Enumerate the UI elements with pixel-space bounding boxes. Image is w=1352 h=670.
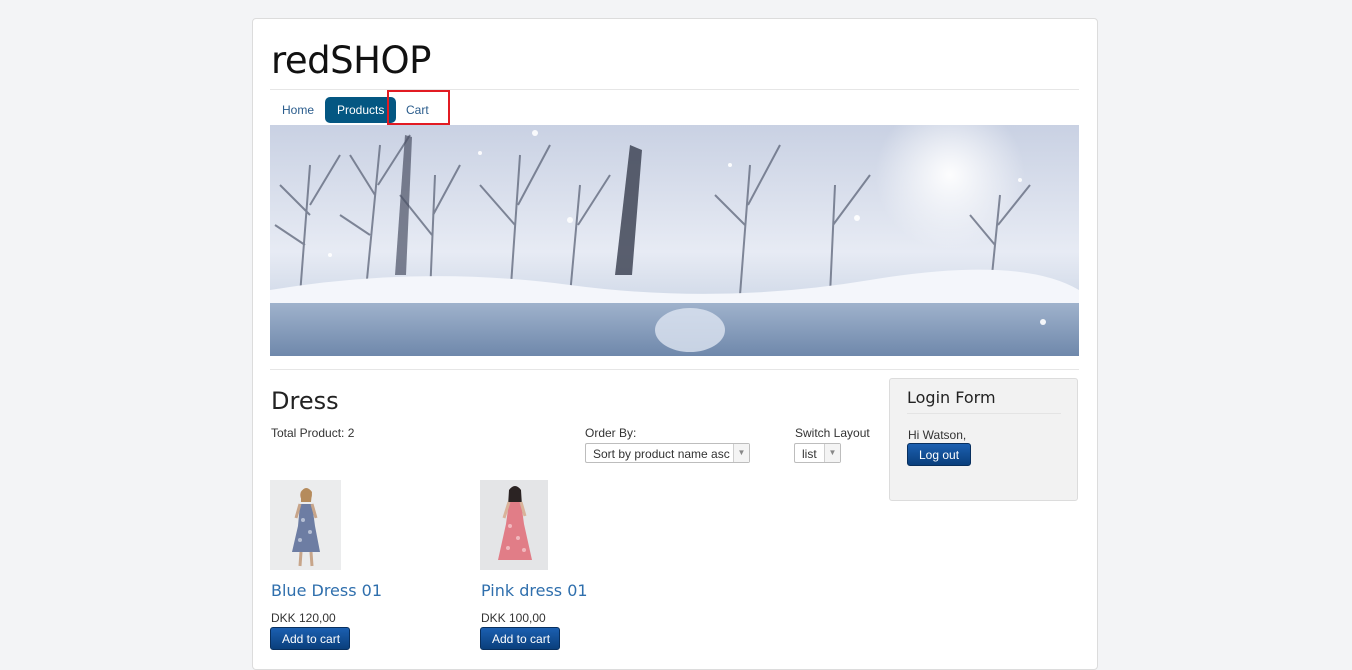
order-by-value: Sort by product name asc [593,447,730,461]
login-form-panel: Login Form Hi Watson, Log out [889,378,1078,501]
product-image-pink-dress[interactable] [480,480,548,570]
order-by-label: Order By: [585,426,637,440]
switch-layout-value: list [802,447,817,461]
add-to-cart-button[interactable]: Add to cart [270,627,350,650]
banner-divider [270,369,1079,370]
logout-button[interactable]: Log out [907,443,972,466]
add-to-cart-button[interactable]: Add to cart [480,627,560,650]
order-by-select[interactable]: Sort by product name asc ▼ [585,443,750,463]
cart-highlight-box [387,90,450,125]
site-title: redSHOP [271,39,431,82]
winter-banner-image [270,125,1079,356]
product-image-blue-dress[interactable] [270,480,341,570]
switch-layout-label: Switch Layout [795,426,870,440]
product-name-link[interactable]: Blue Dress 01 [271,581,382,600]
chevron-down-icon: ▼ [733,444,749,462]
total-products: Total Product: 2 [271,426,355,440]
category-title: Dress [271,387,339,415]
product-price: DKK 120,00 [271,611,336,625]
login-greeting: Hi Watson, [908,428,967,442]
switch-layout-select[interactable]: list ▼ [794,443,841,463]
login-form-title: Login Form [907,388,1061,414]
product-price: DKK 100,00 [481,611,546,625]
page-container: redSHOP Home Products Cart Dress Total P… [252,18,1098,670]
nav-home[interactable]: Home [270,97,326,123]
nav-products[interactable]: Products [325,97,397,123]
product-name-link[interactable]: Pink dress 01 [481,581,588,600]
chevron-down-icon: ▼ [824,444,840,462]
